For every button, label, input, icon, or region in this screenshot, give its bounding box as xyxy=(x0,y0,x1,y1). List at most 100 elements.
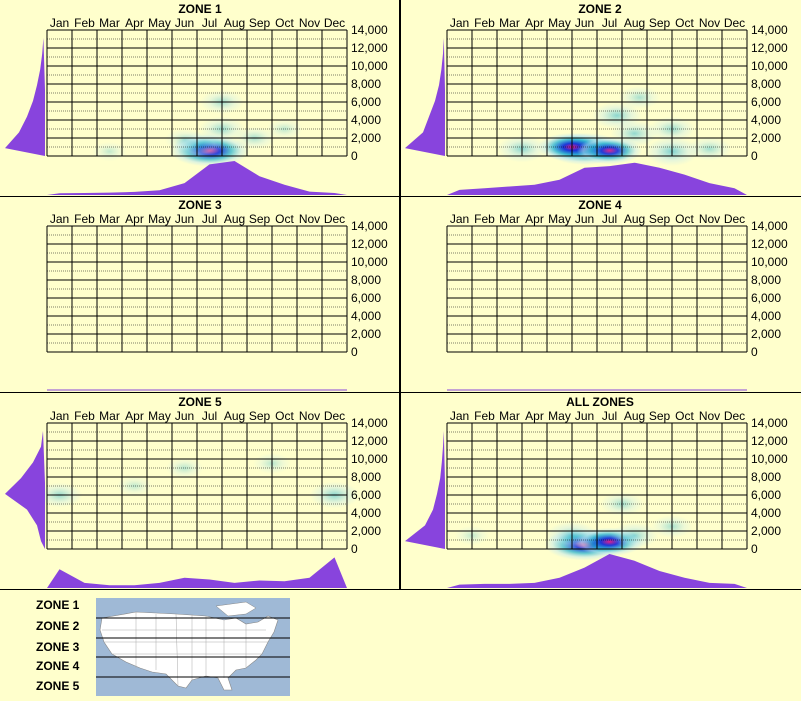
month-label: Sep xyxy=(649,16,671,30)
y-tick-label: 14,000 xyxy=(351,23,388,37)
month-label: Sep xyxy=(249,212,271,226)
legend-zone-1: ZONE 1 xyxy=(36,598,80,612)
month-label: May xyxy=(548,16,571,30)
y-tick-label: 12,000 xyxy=(751,237,788,251)
month-label: Oct xyxy=(275,409,294,423)
elevation-profile xyxy=(5,430,45,549)
month-label: Mar xyxy=(499,409,520,423)
month-label: May xyxy=(548,212,571,226)
month-label: Jul xyxy=(602,212,617,226)
month-label: Aug xyxy=(224,212,245,226)
month-label: Nov xyxy=(299,16,320,30)
month-label: Oct xyxy=(675,212,694,226)
heat-spot xyxy=(618,86,661,109)
month-label: Feb xyxy=(74,409,95,423)
y-tick-label: 8,000 xyxy=(751,273,781,287)
y-tick-label: 14,000 xyxy=(351,416,388,430)
month-label: Mar xyxy=(499,212,520,226)
month-label: Nov xyxy=(699,16,720,30)
y-tick-label: 0 xyxy=(751,542,758,556)
month-label: Jul xyxy=(202,16,217,30)
month-label: Oct xyxy=(275,212,294,226)
month-label: Oct xyxy=(275,16,294,30)
month-label: Jan xyxy=(50,16,69,30)
zone-panel-2: ZONE 2 Jan Feb Mar Apr May Jun Jul Aug Sep Oct Nov D… xyxy=(400,0,800,196)
elevation-profile xyxy=(405,430,445,549)
y-tick-label: 12,000 xyxy=(751,434,788,448)
month-label: Jan xyxy=(450,409,469,423)
y-tick-label: 12,000 xyxy=(751,41,788,55)
y-tick-label: 4,000 xyxy=(751,309,781,323)
legend-zone-2: ZONE 2 xyxy=(36,619,80,633)
month-label: Jan xyxy=(450,16,469,30)
month-label: Mar xyxy=(99,409,120,423)
y-tick-label: 4,000 xyxy=(351,113,381,127)
chart-grid xyxy=(46,29,348,157)
month-label: Feb xyxy=(474,212,495,226)
month-label: Nov xyxy=(699,212,720,226)
month-label: Jan xyxy=(450,212,469,226)
month-label: Nov xyxy=(699,409,720,423)
month-label: Feb xyxy=(474,16,495,30)
chart-grid xyxy=(446,422,748,550)
y-tick-label: 4,000 xyxy=(351,309,381,323)
month-profile xyxy=(47,557,347,588)
month-label: Dec xyxy=(324,212,345,226)
y-tick-label: 14,000 xyxy=(351,219,388,233)
y-tick-label: 2,000 xyxy=(751,131,781,145)
month-label: Jul xyxy=(202,409,217,423)
month-label: Oct xyxy=(675,409,694,423)
heatmap-chart: ALL ZONES Jan Feb Mar Apr May Jun Jul Aug Sep Oct N… xyxy=(405,395,788,588)
month-label: May xyxy=(148,212,171,226)
month-label: Apr xyxy=(525,212,544,226)
elevation-profile xyxy=(5,37,45,156)
month-label: Aug xyxy=(624,409,645,423)
y-tick-label: 8,000 xyxy=(351,77,381,91)
heat-spot xyxy=(687,136,732,161)
chart-grid xyxy=(446,29,748,157)
month-label: May xyxy=(148,16,171,30)
y-tick-label: 14,000 xyxy=(751,219,788,233)
zone-panel-5: ZONE 5 Jan Feb Mar Apr May Jun Jul Aug Sep Oct Nov D… xyxy=(0,393,400,589)
month-label: Jun xyxy=(575,212,594,226)
y-tick-label: 6,000 xyxy=(751,488,781,502)
y-tick-label: 0 xyxy=(351,345,358,359)
legend-zone-5: ZONE 5 xyxy=(36,679,80,693)
month-label: Oct xyxy=(675,16,694,30)
heatmap-chart: ZONE 4 Jan Feb Mar Apr May Jun Jul Aug Sep Oct Nov D… xyxy=(446,198,788,391)
y-tick-label: 10,000 xyxy=(751,255,788,269)
month-label: Mar xyxy=(99,212,120,226)
chart-title: ZONE 5 xyxy=(178,395,222,409)
month-label: Sep xyxy=(649,409,671,423)
month-label: Dec xyxy=(724,212,745,226)
month-label: Mar xyxy=(499,16,520,30)
month-profile xyxy=(47,161,347,195)
y-tick-label: 14,000 xyxy=(751,23,788,37)
y-tick-label: 8,000 xyxy=(751,77,781,91)
month-label: Dec xyxy=(324,16,345,30)
y-tick-label: 2,000 xyxy=(351,524,381,538)
month-label: Feb xyxy=(74,16,95,30)
month-label: May xyxy=(548,409,571,423)
y-tick-label: 4,000 xyxy=(751,113,781,127)
month-label: Aug xyxy=(224,16,245,30)
month-label: Aug xyxy=(224,409,245,423)
y-tick-label: 2,000 xyxy=(751,524,781,538)
y-tick-label: 4,000 xyxy=(351,506,381,520)
chart-title: ZONE 3 xyxy=(178,198,222,212)
zone-panel-6: ALL ZONES Jan Feb Mar Apr May Jun Jul Aug Sep Oct N… xyxy=(400,393,800,589)
month-label: Dec xyxy=(324,409,345,423)
month-label: Jul xyxy=(602,409,617,423)
month-label: Nov xyxy=(299,212,320,226)
y-tick-label: 0 xyxy=(751,345,758,359)
y-tick-label: 2,000 xyxy=(351,131,381,145)
y-tick-label: 12,000 xyxy=(351,41,388,55)
month-label: Jun xyxy=(175,409,194,423)
month-label: Jul xyxy=(202,212,217,226)
month-label: Jan xyxy=(50,212,69,226)
month-label: Apr xyxy=(125,409,144,423)
heatmap-chart: ZONE 1 Jan Feb Mar Apr May Jun Jul Aug Sep Oct Nov D… xyxy=(5,2,388,195)
y-tick-label: 6,000 xyxy=(351,488,381,502)
month-label: Apr xyxy=(125,212,144,226)
y-tick-label: 14,000 xyxy=(751,416,788,430)
